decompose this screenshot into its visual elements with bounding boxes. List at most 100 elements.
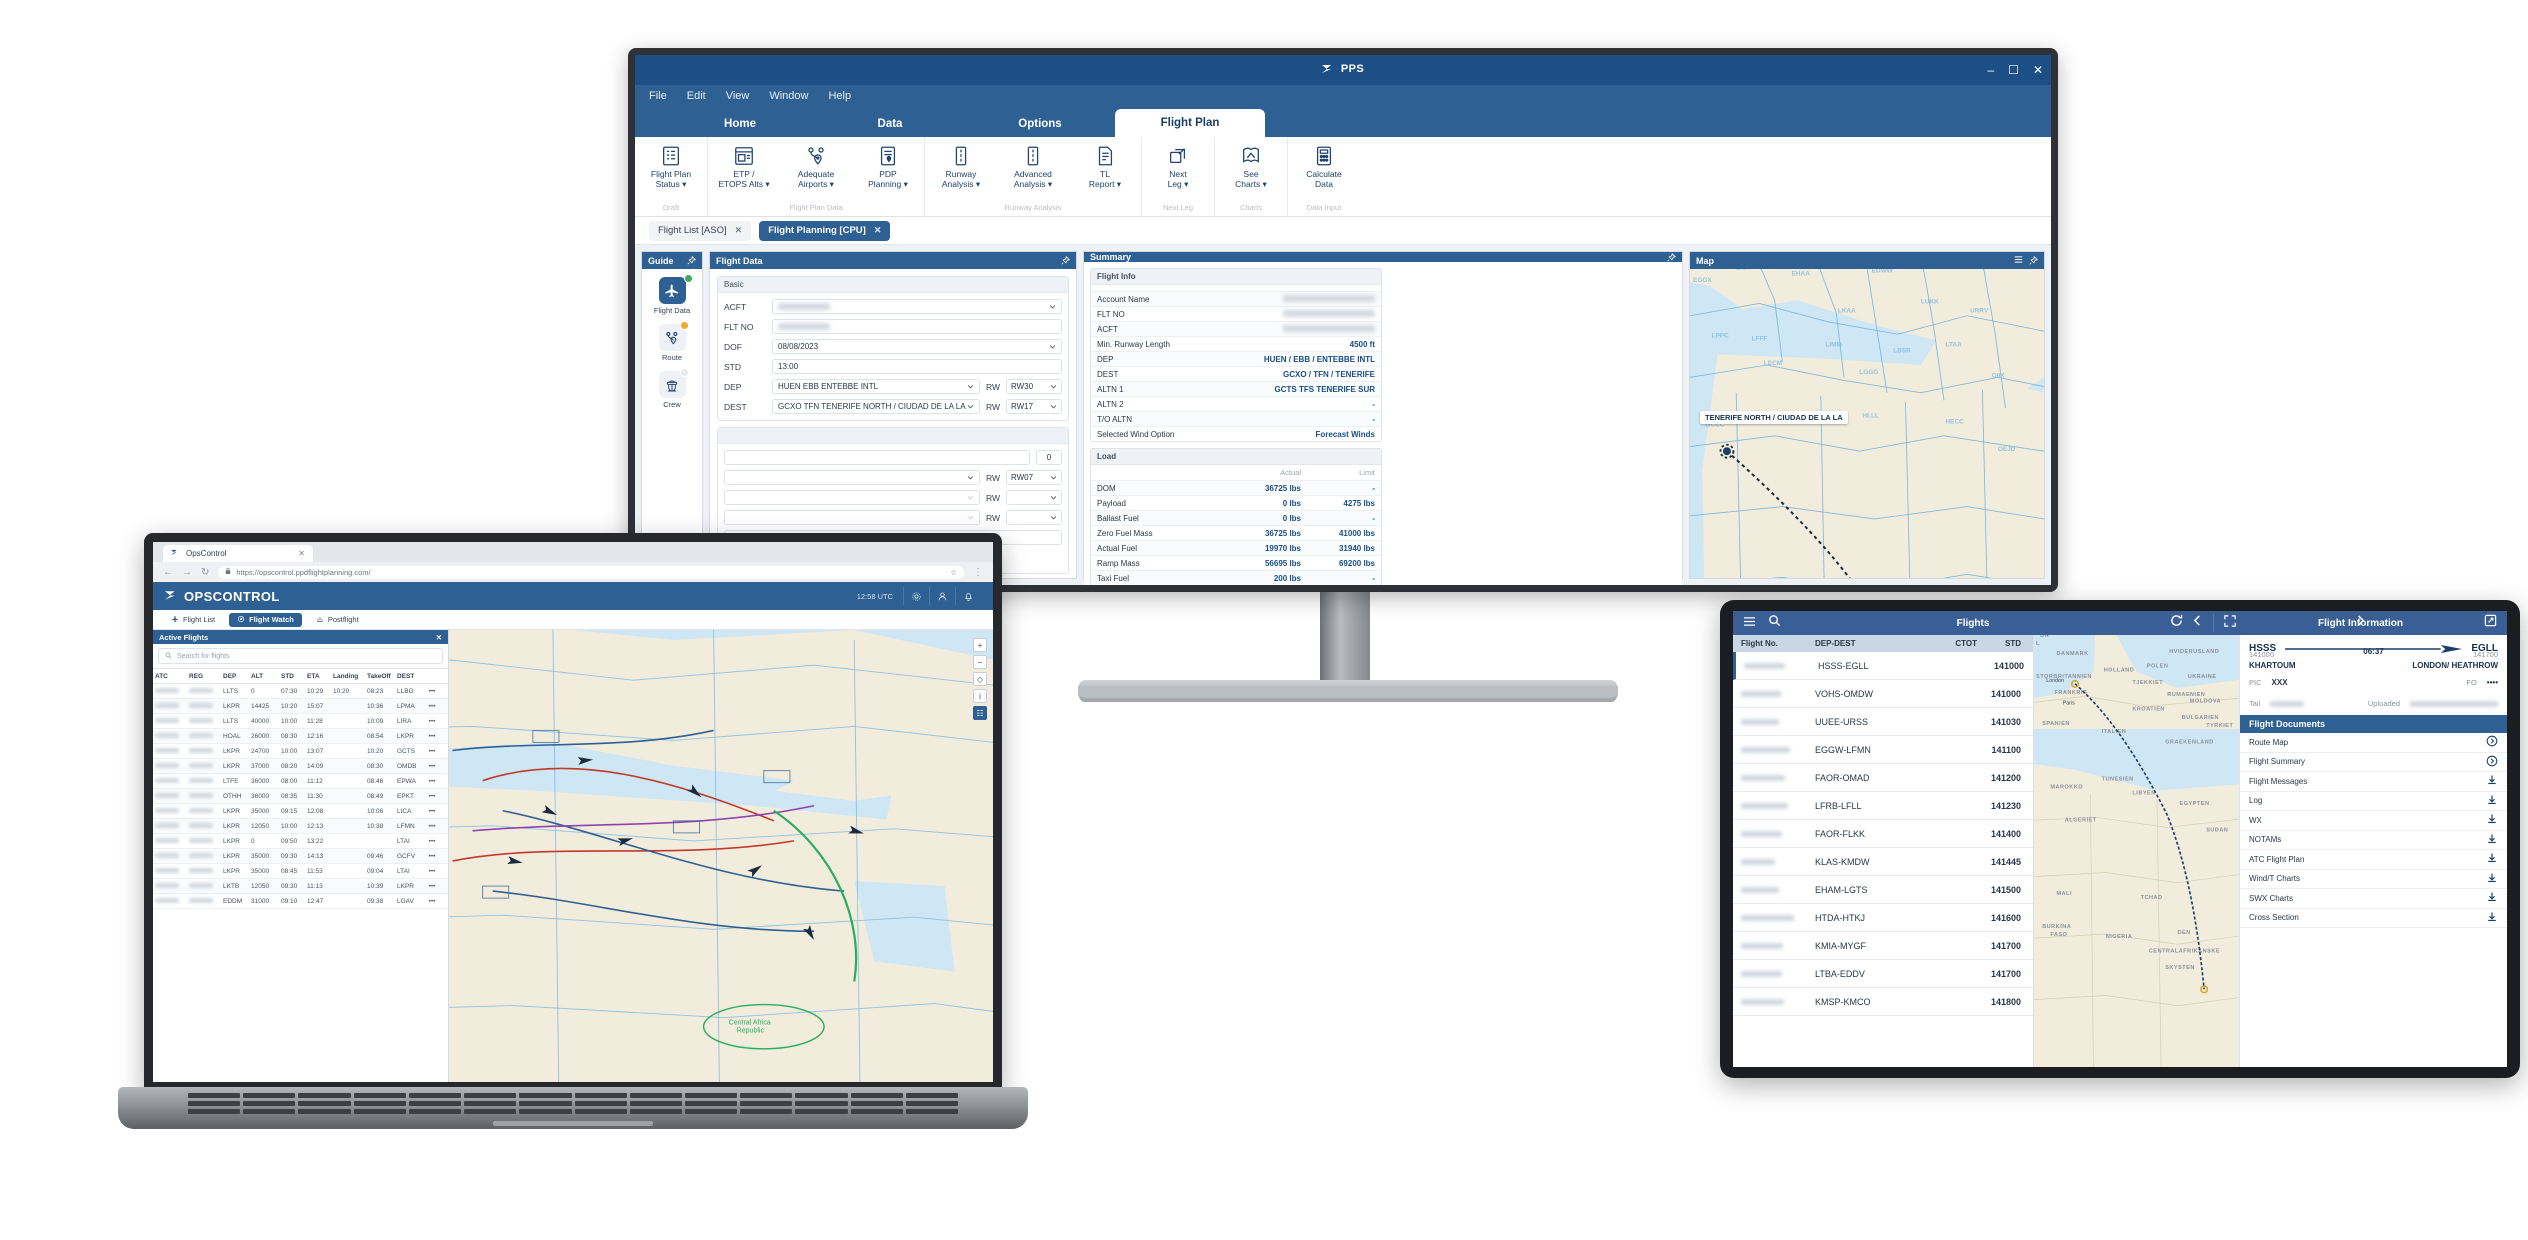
flight-documents-list[interactable]: Route Map Flight Summary Flight Messages Lo… (2240, 733, 2507, 928)
menu-window[interactable]: Window (769, 90, 808, 102)
tab-flight-list[interactable]: Flight List (163, 613, 223, 627)
pin-icon[interactable] (1667, 253, 1676, 262)
flight-document-row[interactable]: WX (2240, 811, 2507, 831)
search-icon[interactable] (1768, 614, 1781, 632)
hamburger-icon[interactable] (1743, 614, 1756, 632)
flight-document-row[interactable]: Wind/T Charts (2240, 870, 2507, 890)
doc-tab-flight-list[interactable]: Flight List [ASO] ✕ (649, 221, 751, 241)
list-item[interactable]: KMIA-MYGF 141700 (1733, 932, 2033, 960)
tab-postflight[interactable]: Postflight (308, 613, 367, 627)
dep-rw-select[interactable]: RW30 (1006, 379, 1062, 394)
close-icon[interactable]: ✕ (2033, 64, 2043, 76)
chevron-left-icon[interactable] (2192, 614, 2203, 632)
doc-tab-flight-planning[interactable]: Flight Planning [CPU] ✕ (759, 221, 890, 241)
see-charts-button[interactable]: See Charts ▾ (1215, 141, 1287, 190)
chevron-right-icon[interactable] (2355, 614, 2366, 632)
list-item[interactable]: FAOR-FLKK 141400 (1733, 820, 2033, 848)
list-item[interactable]: EGGW-LFMN 141100 (1733, 736, 2033, 764)
tab-home[interactable]: Home (665, 111, 815, 137)
list-item[interactable]: LFRB-LFLL 141230 (1733, 792, 2033, 820)
table-row[interactable]: LKPR 35000 09:15 12:08 10:06 LICA ••• (153, 804, 448, 819)
row-actions-icon[interactable]: ••• (423, 699, 441, 713)
expand-icon[interactable] (2224, 614, 2236, 632)
browser-tab[interactable]: OpsControl ✕ (163, 545, 313, 562)
download-icon[interactable] (2486, 833, 2498, 847)
list-item[interactable]: VOHS-OMDW 141000 (1733, 680, 2033, 708)
pdp-planning-button[interactable]: PDP Planning ▾ (852, 141, 924, 190)
maximize-icon[interactable]: ☐ (2008, 64, 2019, 76)
menu-edit[interactable]: Edit (687, 90, 706, 102)
tablet-flight-list[interactable]: Flight No. DEP-DEST CTOT STD HSSS-EGLL 14… (1733, 635, 2033, 1067)
altn-0-number[interactable]: 0 (1036, 450, 1062, 465)
row-actions-icon[interactable]: ••• (423, 744, 441, 758)
tab-flight-watch[interactable]: Flight Watch (229, 613, 302, 627)
tablet-route-map[interactable]: DANMARK STORBRITANNIEN POLEN HVIDERUSLAND … (2033, 635, 2239, 1067)
altn-1-rw-select[interactable]: RW07 (1006, 470, 1062, 485)
row-actions-icon[interactable]: ••• (423, 759, 441, 773)
acft-select[interactable] (772, 299, 1062, 314)
pps-menu-bar[interactable]: File Edit View Window Help (635, 85, 2051, 107)
adequate-airports-button[interactable]: Adequate Airports ▾ (780, 141, 852, 190)
map-tool-strip[interactable]: + − ◇ i ☷ (973, 638, 987, 720)
altn-2-rw-select[interactable] (1006, 490, 1062, 505)
plus-icon[interactable]: + (973, 638, 987, 652)
user-icon[interactable] (929, 587, 955, 605)
download-icon[interactable] (2486, 911, 2498, 925)
std-input[interactable]: 13:00 (772, 359, 1062, 374)
route-map[interactable]: EGTTEKDKEETT UUWVEDWWEHAA EISNLKAALUKK U… (1690, 269, 2044, 578)
list-item[interactable]: KLAS-KMDW 141445 (1733, 848, 2033, 876)
next-leg-button[interactable]: Next Leg ▾ (1142, 141, 1214, 190)
edit-icon[interactable] (2484, 614, 2497, 632)
download-icon[interactable] (2486, 852, 2498, 866)
back-icon[interactable]: ← (163, 567, 173, 578)
close-icon[interactable]: ✕ (298, 549, 305, 558)
flight-document-row[interactable]: ATC Flight Plan (2240, 850, 2507, 870)
list-item[interactable]: KMSP-KMCO 141800 (1733, 988, 2033, 1016)
search-input[interactable]: Search for flights (158, 648, 443, 664)
close-icon[interactable]: ✕ (874, 225, 882, 236)
tab-options[interactable]: Options (965, 111, 1115, 137)
runway-analysis-button[interactable]: Runway Analysis ▾ (925, 141, 997, 190)
url-input[interactable]: https://opscontrol.ppdflightplanning.com… (218, 566, 964, 579)
menu-file[interactable]: File (649, 90, 667, 102)
flight-document-row[interactable]: Flight Messages (2240, 772, 2507, 792)
download-icon[interactable] (2486, 891, 2498, 905)
calculate-data-button[interactable]: Calculate Data (1288, 141, 1360, 190)
row-actions-icon[interactable]: ••• (423, 864, 441, 878)
table-row[interactable]: LKPR 35000 09:30 14:13 09:46 GCFV ••• (153, 849, 448, 864)
table-row[interactable]: LKPR 12050 10:00 12:13 10:38 LFMN ••• (153, 819, 448, 834)
minimize-icon[interactable]: – (1987, 64, 1994, 76)
download-icon[interactable] (2486, 872, 2498, 886)
flight-document-row[interactable]: NOTAMs (2240, 831, 2507, 851)
browser-tab-strip[interactable]: OpsControl ✕ (153, 542, 993, 562)
download-icon[interactable] (2486, 774, 2498, 788)
dest-select[interactable]: GCXO TFN TENERIFE NORTH / CIUDAD DE LA L… (772, 399, 980, 414)
list-item[interactable]: LTBA-EDDV 141700 (1733, 960, 2033, 988)
sidebar-item-flight-data[interactable]: Flight Data (654, 277, 690, 315)
table-row[interactable]: LKPR 37000 08:20 14:09 08:30 OMDB ••• (153, 759, 448, 774)
info-icon[interactable]: i (973, 689, 987, 703)
sidebar-item-crew[interactable]: Crew (659, 371, 686, 409)
row-actions-icon[interactable]: ••• (423, 804, 441, 818)
pin-icon[interactable] (1061, 256, 1070, 265)
window-controls[interactable]: – ☐ ✕ (1987, 64, 2043, 76)
dest-rw-select[interactable]: RW17 (1006, 399, 1062, 414)
layers-icon[interactable]: ◇ (973, 672, 987, 686)
reload-icon[interactable]: ↻ (201, 567, 209, 578)
row-actions-icon[interactable]: ••• (423, 714, 441, 728)
gear-icon[interactable] (903, 587, 929, 605)
altn-0-input[interactable] (724, 450, 1030, 465)
tl-report-button[interactable]: TL Report ▾ (1069, 141, 1141, 190)
download-icon[interactable] (2486, 813, 2498, 827)
row-actions-icon[interactable]: ••• (423, 849, 441, 863)
close-icon[interactable]: ✕ (436, 633, 442, 642)
bookmark-icon[interactable]: ☆ (950, 568, 957, 577)
row-actions-icon[interactable]: ••• (423, 879, 441, 893)
pin-icon[interactable] (2029, 256, 2038, 265)
row-actions-icon[interactable]: ••• (423, 774, 441, 788)
list-item[interactable]: HSSS-EGLL 141000 (1733, 652, 2033, 680)
menu-icon[interactable] (2014, 255, 2023, 266)
altn-3-rw-select[interactable] (1006, 510, 1062, 525)
list-item[interactable]: HTDA-HTKJ 141600 (1733, 904, 2033, 932)
altn-2-select[interactable] (724, 490, 980, 505)
